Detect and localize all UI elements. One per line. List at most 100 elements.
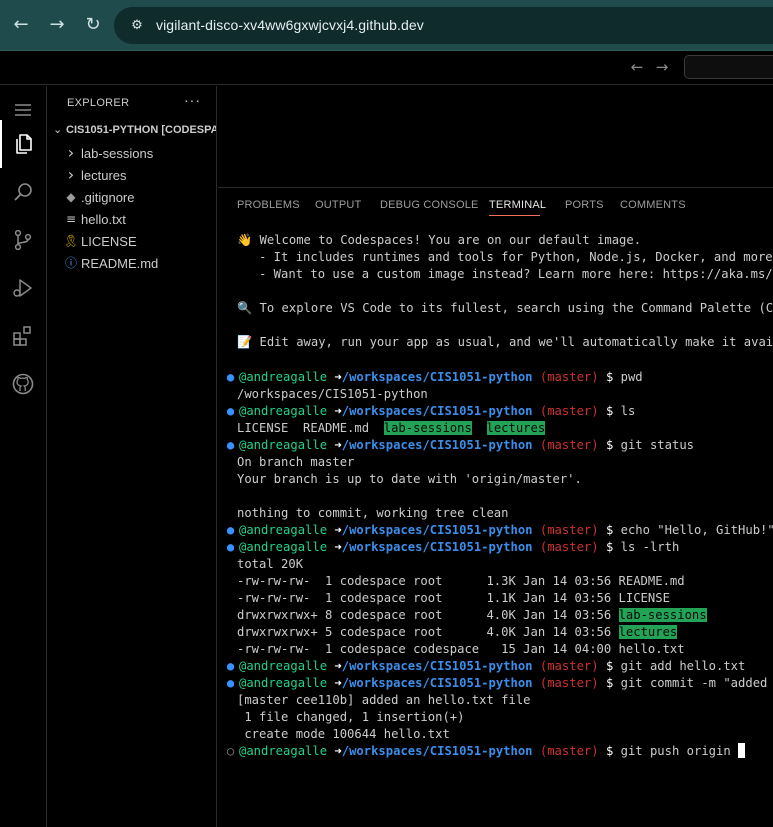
command-status-icon[interactable]: ● [222,403,239,420]
command-text: git commit -m "added an [620,676,773,690]
search-view-button[interactable] [0,168,47,216]
prompt-line: ● @andreagalle ➜/workspaces/CIS1051-pytho… [222,539,680,556]
prompt-dollar: $ [605,438,614,452]
url-text[interactable]: vigilant-disco-xv4ww6gxwjcvxj4.github.de… [156,17,424,33]
explorer-sidebar: EXPLORER ··· ⌄ CIS1051-PYTHON [CODESPACE… [47,86,217,827]
source-control-icon [14,229,32,251]
prompt-user: @andreagalle [239,744,328,758]
tab-debug-console[interactable]: DEBUG CONSOLE [380,199,479,211]
tree-item[interactable]: 🎗 LICENSE [47,230,217,252]
arrow-left-icon[interactable]: ← [8,12,34,38]
prompt-user: @andreagalle [239,659,328,673]
tab-output[interactable]: OUTPUT [315,199,361,211]
reload-icon[interactable]: ↻ [80,12,106,38]
terminal-line: - Want to use a custom image instead? Le… [237,266,773,283]
prompt-arrow: ➜ [334,370,342,384]
prompt-branch: master [547,523,592,537]
vscode-titlebar: ← → [0,51,773,85]
output-text: 🔍 To explore VS Code to its fullest, sea… [237,301,773,315]
tab-ports[interactable]: PORTS [565,199,604,211]
output-text: Your branch is up to date with 'origin/m… [237,472,582,486]
output-text: nothing to commit, working tree clean [237,506,509,520]
tree-item-label: .gitignore [81,190,135,205]
prompt-branch: master [547,404,592,418]
tree-item-label: lab-sessions [81,146,154,161]
run-debug-icon [13,279,32,297]
tree-item[interactable]: › lab-sessions [47,142,217,164]
editor-area[interactable] [218,86,773,187]
arrow-right-icon[interactable]: → [44,12,70,38]
git-diamond-icon: ◆ [66,190,76,204]
chevron-right-icon: › [67,165,75,184]
command-status-icon[interactable]: ● [222,437,239,454]
root-folder[interactable]: ⌄ CIS1051-PYTHON [CODESPACES: VIGILANT D… [47,120,217,142]
prompt-dollar: $ [605,676,614,690]
prompt-branch: master [547,370,592,384]
tree-item-label: lectures [81,168,127,183]
directory-name: lectures [486,421,546,435]
prompt-line: ● @andreagalle ➜/workspaces/CIS1051-pytho… [222,369,643,386]
terminal[interactable]: 👋 Welcome to Codespaces! You are on our … [218,232,773,792]
github-icon [12,373,34,395]
output-text: -rw-rw-rw- 1 codespace codespace 15 Jan … [237,642,685,656]
command-status-icon[interactable]: ● [222,522,239,539]
prompt-line: ● @andreagalle ➜/workspaces/CIS1051-pytho… [222,437,694,454]
prompt-user: @andreagalle [239,523,328,537]
prompt-dollar: $ [605,370,614,384]
terminal-line: create mode 100644 hello.txt [237,726,449,743]
terminal-line: /workspaces/CIS1051-python [237,386,428,403]
command-status-icon[interactable]: ● [222,675,239,692]
terminal-line: -rw-rw-rw- 1 codespace root 1.3K Jan 14 … [237,573,685,590]
prompt-user: @andreagalle [239,404,328,418]
directory-name: lectures [618,625,678,639]
tree-item[interactable]: › lectures [47,164,217,186]
command-status-icon[interactable]: ● [222,539,239,556]
prompt-user: @andreagalle [239,540,328,554]
terminal-line: 📝 Edit away, run your app as usual, and … [237,334,773,351]
command-status-pending-icon[interactable]: ○ [222,743,239,760]
tree-item[interactable]: ◆ .gitignore [47,186,217,208]
go-forward-icon[interactable]: → [652,57,672,77]
tab-problems[interactable]: PROBLEMS [237,199,300,211]
run-debug-view-button[interactable] [0,264,47,312]
terminal-line: nothing to commit, working tree clean [237,505,509,522]
prompt-user: @andreagalle [239,370,328,384]
command-center-search[interactable] [684,55,773,79]
address-bar[interactable]: ⚙ vigilant-disco-xv4ww6gxwjcvxj4.github.… [114,7,773,44]
github-view-button[interactable] [0,360,47,408]
go-back-icon[interactable]: ← [627,57,647,77]
chevron-down-icon: ⌄ [53,123,63,136]
prompt-arrow: ➜ [334,540,342,554]
command-text: git add hello.txt [620,659,746,673]
tab-terminal[interactable]: TERMINAL [489,199,546,211]
prompt-dollar: $ [605,523,614,537]
prompt-line: ● @andreagalle ➜/workspaces/CIS1051-pytho… [222,522,773,539]
terminal-line: drwxrwxrwx+ 8 codespace root 4.0K Jan 14… [237,607,707,624]
command-status-icon[interactable]: ● [222,369,239,386]
command-status-icon[interactable]: ● [222,658,239,675]
output-text: -rw-rw-rw- 1 codespace root 1.1K Jan 14 … [237,591,670,605]
root-folder-label: CIS1051-PYTHON [CODESPACES: VIGILANT DIS… [66,124,216,136]
tree-item[interactable]: ≡ hello.txt [47,208,217,230]
prompt-branch: master [547,438,592,452]
prompt-line: ● @andreagalle ➜/workspaces/CIS1051-pytho… [222,658,746,675]
source-control-view-button[interactable] [0,216,47,264]
more-actions-icon[interactable]: ··· [184,92,201,108]
terminal-cursor [738,743,746,758]
directory-name: lab-sessions [618,608,707,622]
terminal-line: drwxrwxrwx+ 5 codespace root 4.0K Jan 14… [237,624,678,641]
command-text: git status [620,438,694,452]
command-text: ls -lrth [620,540,680,554]
tab-comments[interactable]: COMMENTS [620,199,686,211]
tree-item[interactable]: ⓘ README.md [47,252,217,274]
explorer-view-button[interactable] [0,120,47,168]
output-text: drwxrwxrwx+ 5 codespace root 4.0K Jan 14… [237,625,619,639]
command-text: ls [620,404,636,418]
site-info-icon[interactable]: ⚙ [128,17,146,35]
prompt-branch: master [547,659,592,673]
prompt-paren: ) [591,370,599,384]
prompt-paren: ) [591,523,599,537]
prompt-user: @andreagalle [239,438,328,452]
extensions-view-button[interactable] [0,312,47,360]
extensions-icon [13,326,31,346]
